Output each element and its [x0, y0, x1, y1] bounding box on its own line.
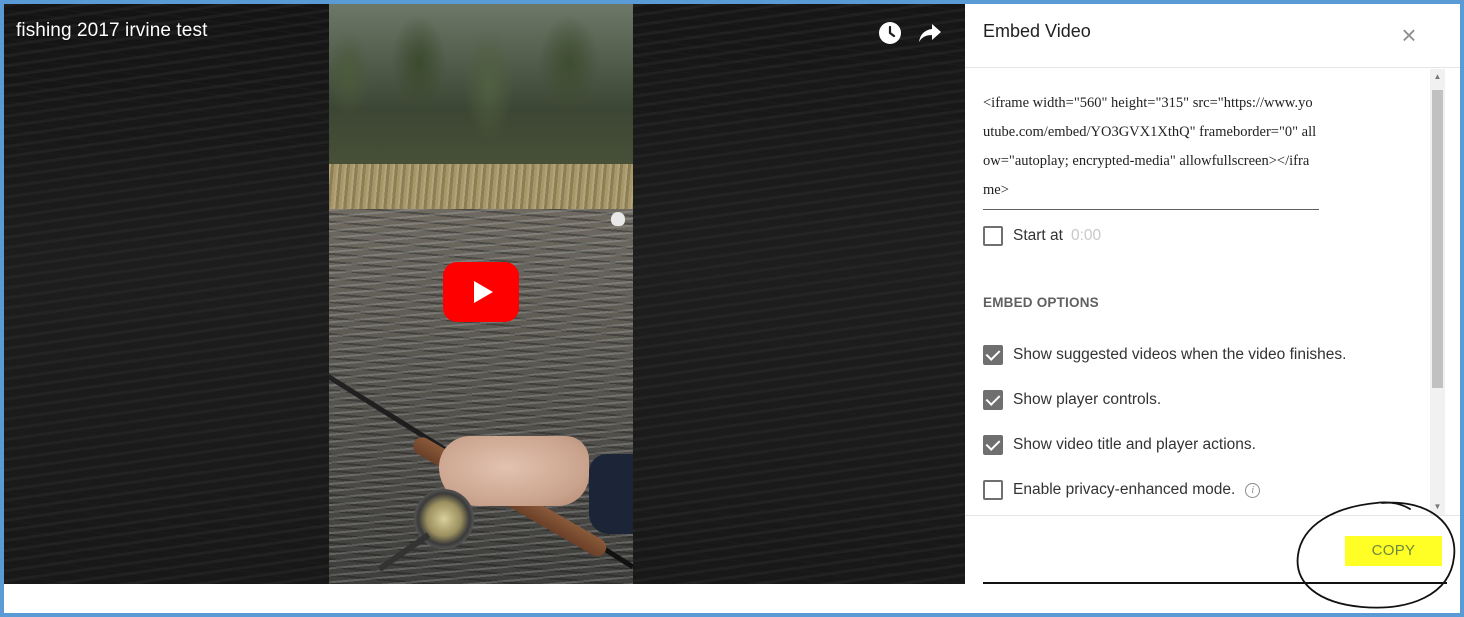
privacy-mode-checkbox[interactable] [983, 480, 1003, 500]
video-scene-trees [329, 4, 633, 179]
suggested-videos-checkbox[interactable] [983, 345, 1003, 365]
copy-button[interactable]: COPY [1345, 536, 1442, 566]
play-button[interactable] [443, 262, 519, 322]
embed-options-heading: EMBED OPTIONS [983, 295, 1099, 310]
start-at-label: Start at [1013, 227, 1063, 244]
option-player-controls[interactable]: Show player controls. [983, 390, 1161, 410]
scroll-down-arrow-icon[interactable]: ▼ [1430, 499, 1445, 515]
start-at-checkbox[interactable] [983, 226, 1003, 246]
share-icon[interactable] [917, 20, 943, 46]
video-title[interactable]: fishing 2017 irvine test [16, 20, 207, 42]
embed-code-textarea[interactable]: <iframe width="560" height="315" src="ht… [983, 89, 1319, 210]
option-video-title[interactable]: Show video title and player actions. [983, 435, 1256, 455]
close-icon[interactable]: × [1396, 22, 1422, 48]
scrollbar-thumb[interactable] [1432, 90, 1443, 388]
play-icon [474, 281, 493, 303]
video-scene-reeds [329, 164, 633, 209]
video-blurred-left [4, 4, 329, 584]
video-blurred-right [633, 4, 965, 584]
start-at-input[interactable]: 0:00 [1071, 227, 1101, 245]
player-controls-checkbox[interactable] [983, 390, 1003, 410]
option-label: Enable privacy-enhanced mode. [1013, 481, 1236, 498]
panel-footer: COPY [965, 515, 1460, 584]
embed-video-panel: Embed Video × <iframe width="560" height… [965, 4, 1460, 584]
panel-title: Embed Video [983, 21, 1091, 41]
option-label: Show suggested videos when the video fin… [1013, 346, 1347, 363]
info-icon[interactable]: i [1245, 482, 1261, 498]
option-label: Show video title and player actions. [1013, 436, 1256, 453]
option-label: Show player controls. [1013, 391, 1162, 408]
underline-annotation [983, 582, 1447, 584]
start-at-row[interactable]: Start at 0:00 [983, 226, 1101, 246]
option-suggested-videos[interactable]: Show suggested videos when the video fin… [983, 345, 1346, 365]
scroll-up-arrow-icon[interactable]: ▲ [1430, 69, 1445, 85]
video-scene-sleeve [589, 454, 633, 534]
video-scene-swan [611, 212, 625, 226]
panel-header: Embed Video × [965, 4, 1460, 68]
video-title-checkbox[interactable] [983, 435, 1003, 455]
embed-options-scroll-area[interactable]: <iframe width="560" height="315" src="ht… [965, 69, 1460, 515]
option-privacy-mode[interactable]: Enable privacy-enhanced mode. i [983, 480, 1261, 500]
watch-later-icon[interactable] [877, 20, 903, 46]
video-player[interactable]: fishing 2017 irvine test [4, 4, 965, 584]
